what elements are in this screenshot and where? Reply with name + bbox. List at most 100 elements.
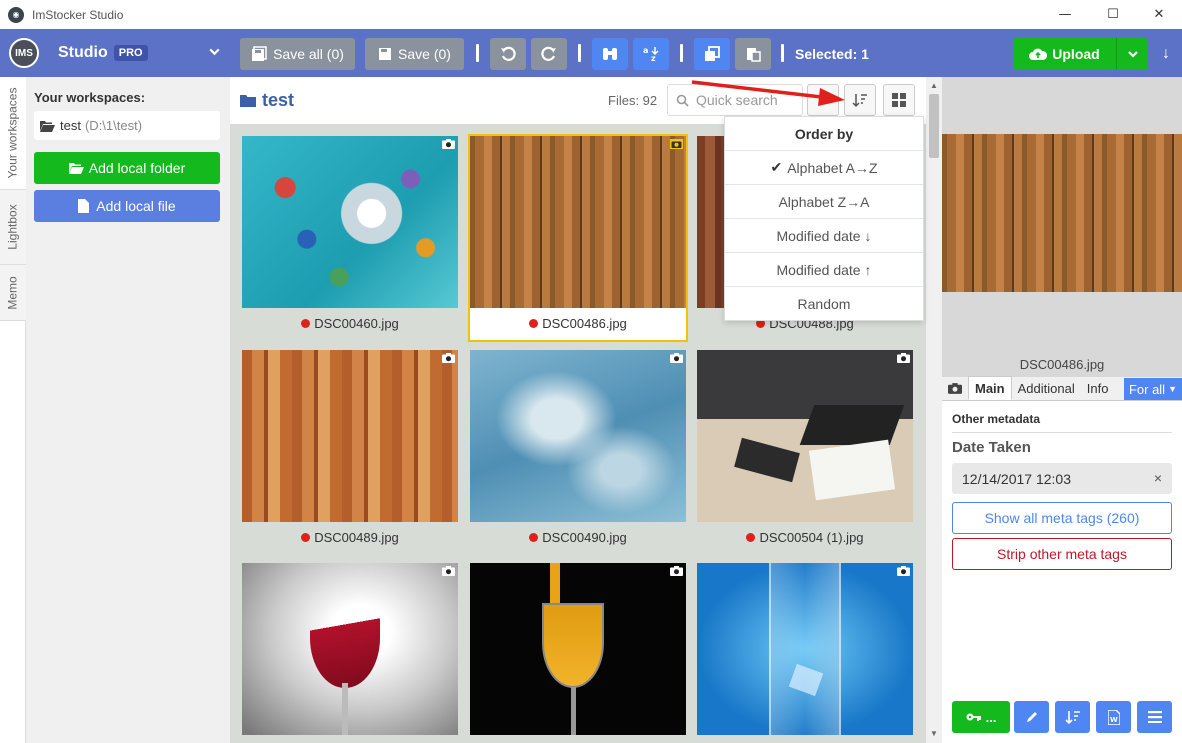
- annotation-arrow-icon: [691, 80, 845, 106]
- file-icon: [78, 199, 90, 213]
- camera-icon: [442, 139, 455, 149]
- tab-label: Your workspaces: [5, 87, 20, 179]
- scrollbar-thumb[interactable]: [929, 94, 939, 158]
- folder-icon: [240, 95, 256, 107]
- preview-image[interactable]: [942, 134, 1182, 292]
- divider: [781, 44, 784, 62]
- sort-az-button[interactable]: az: [633, 38, 669, 70]
- tab-your-workspaces[interactable]: Your workspaces: [0, 77, 26, 189]
- gallery-item[interactable]: [470, 563, 686, 743]
- paste-meta-button[interactable]: [735, 38, 771, 70]
- show-all-meta-button[interactable]: Show all meta tags (260): [952, 502, 1172, 534]
- strip-meta-button[interactable]: Strip other meta tags: [952, 538, 1172, 570]
- gallery-item[interactable]: DSC00504 (1).jpg: [697, 350, 913, 554]
- upload-button[interactable]: Upload: [1013, 38, 1117, 70]
- save-button[interactable]: Save (0): [365, 38, 464, 70]
- hamburger-icon: [1147, 711, 1162, 723]
- preview-file-name: DSC00486.jpg: [1019, 357, 1105, 372]
- scroll-down-icon[interactable]: ▼: [930, 729, 938, 738]
- save-all-button[interactable]: Save all (0): [240, 38, 355, 70]
- sort-keywords-button[interactable]: [1055, 701, 1090, 733]
- menu-item-modified-desc[interactable]: Modified date ↓: [725, 219, 923, 253]
- main-toolbar: IMS Studio PRO Save all (0) Save (0) az …: [0, 29, 1182, 77]
- for-all-dropdown[interactable]: For all ▼: [1123, 378, 1182, 400]
- paste-icon: [747, 48, 761, 62]
- details-tabs: Main Additional Info For all ▼: [942, 376, 1182, 401]
- tab-memo[interactable]: Memo: [0, 265, 26, 321]
- key-icon: [966, 713, 981, 721]
- undo-button[interactable]: [490, 38, 526, 70]
- camera-icon: [897, 566, 910, 576]
- workspace-item[interactable]: test (D:\1\test): [34, 111, 220, 140]
- title-bar: ◉ ImStocker Studio: [0, 0, 1182, 29]
- clear-icon[interactable]: ×: [1154, 470, 1162, 486]
- thumbnail-image: [697, 563, 913, 735]
- undo-icon: [501, 46, 516, 61]
- add-local-folder-button[interactable]: Add local folder: [34, 152, 220, 184]
- divider: [578, 44, 581, 62]
- folder-open-icon: [68, 163, 84, 174]
- document-button[interactable]: W: [1096, 701, 1131, 733]
- menu-item-modified-asc[interactable]: Modified date ↑: [725, 253, 923, 287]
- save-icon: [379, 48, 392, 60]
- upload-group: Upload: [1013, 38, 1148, 70]
- grid-view-button[interactable]: [883, 84, 915, 116]
- camera-icon: [897, 353, 910, 363]
- file-name: DSC00460.jpg: [242, 316, 458, 331]
- upload-label: Upload: [1052, 46, 1100, 62]
- thumbnail-image: [242, 350, 458, 522]
- divider: [680, 44, 683, 62]
- logo: IMS: [9, 38, 39, 68]
- gallery-item[interactable]: [242, 563, 458, 743]
- thumbnail-image: [242, 136, 458, 308]
- copy-icon: [705, 46, 720, 61]
- tab-camera[interactable]: [942, 376, 968, 400]
- menu-item-random[interactable]: Random: [725, 287, 923, 321]
- tab-main[interactable]: Main: [968, 376, 1012, 400]
- date-taken-field[interactable]: 12/14/2017 12:03 ×: [952, 463, 1172, 494]
- binoculars-button[interactable]: [592, 38, 628, 70]
- gallery-scrollbar[interactable]: ▲ ▼: [926, 77, 942, 743]
- folder-name: test: [262, 90, 295, 110]
- redo-icon: [541, 46, 556, 61]
- minimize-button[interactable]: —: [1042, 0, 1088, 29]
- close-button[interactable]: ✕: [1136, 0, 1182, 29]
- scroll-up-icon[interactable]: ▲: [930, 81, 938, 90]
- folder-title: test: [240, 90, 294, 111]
- camera-icon: [670, 139, 683, 149]
- status-dot-icon: [529, 533, 539, 542]
- file-name: DSC00504 (1).jpg: [697, 530, 913, 545]
- svg-text:z: z: [651, 54, 656, 63]
- keyword-label: ...: [985, 709, 997, 725]
- menu-item-alphabet-za[interactable]: Alphabet Z→A: [725, 185, 923, 219]
- preview-area: DSC00486.jpg: [942, 77, 1182, 377]
- folder-open-icon: [40, 120, 55, 132]
- download-arrow-icon[interactable]: ↓: [1162, 45, 1170, 63]
- redo-button[interactable]: [531, 38, 567, 70]
- gallery-item[interactable]: DSC00460.jpg: [242, 136, 458, 340]
- maximize-button[interactable]: ☐: [1090, 0, 1136, 29]
- keyword-button[interactable]: ...: [952, 701, 1010, 733]
- cloud-upload-icon: [1029, 48, 1048, 60]
- menu-item-alphabet-az[interactable]: ✔ Alphabet A→Z: [725, 151, 923, 185]
- section-title: Other metadata: [952, 412, 1172, 433]
- menu-button[interactable]: [1137, 701, 1172, 733]
- add-local-file-button[interactable]: Add local file: [34, 190, 220, 222]
- workspace-path: (D:\1\test): [84, 118, 143, 133]
- tab-additional[interactable]: Additional: [1012, 376, 1081, 400]
- upload-dropdown-button[interactable]: [1117, 38, 1148, 70]
- copy-meta-button[interactable]: [694, 38, 730, 70]
- svg-text:a: a: [643, 46, 648, 55]
- camera-icon: [948, 382, 962, 394]
- gallery-item[interactable]: DSC00489.jpg: [242, 350, 458, 554]
- tab-info[interactable]: Info: [1081, 376, 1115, 400]
- gallery-item-selected[interactable]: DSC00486.jpg: [468, 134, 688, 342]
- brand-menu[interactable]: IMS Studio PRO: [0, 29, 230, 77]
- camera-icon: [670, 566, 683, 576]
- sort-az-icon: az: [643, 46, 659, 63]
- tab-lightbox[interactable]: Lightbox: [0, 189, 26, 265]
- gallery-item[interactable]: [697, 563, 913, 743]
- gallery-item[interactable]: DSC00490.jpg: [470, 350, 686, 554]
- save-label: Save (0): [398, 46, 451, 62]
- edit-button[interactable]: [1014, 701, 1049, 733]
